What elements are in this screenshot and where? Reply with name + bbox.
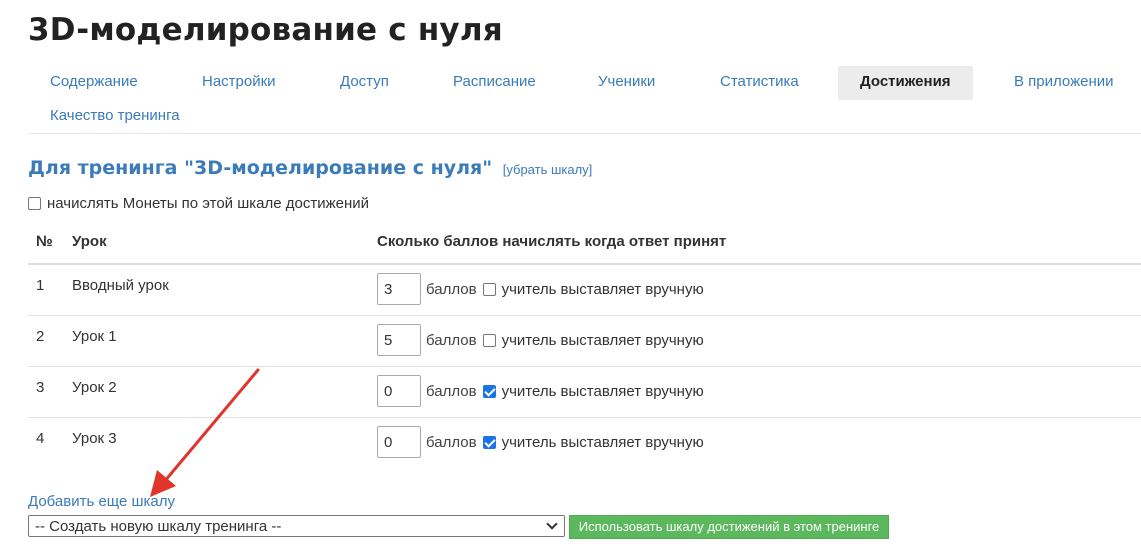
row-lesson: Вводный урок bbox=[72, 277, 169, 294]
coins-checkbox[interactable] bbox=[28, 197, 41, 210]
table-header: № Урок Сколько баллов начислять когда от… bbox=[28, 220, 1141, 265]
chevron-down-icon bbox=[546, 518, 558, 530]
points-unit: баллов bbox=[426, 280, 477, 298]
points-input[interactable] bbox=[377, 426, 421, 458]
scale-title: Для тренинга "3D-моделирование с нуля" bbox=[28, 157, 493, 179]
points-unit: баллов bbox=[426, 331, 477, 349]
page-title: 3D-моделирование с нуля bbox=[28, 12, 503, 48]
points-unit: баллов bbox=[426, 433, 477, 451]
tab-training-quality[interactable]: Качество тренинга bbox=[28, 100, 202, 134]
table-row: 3 Урок 2 баллов учитель выставляет вручн… bbox=[28, 367, 1141, 418]
scale-select[interactable]: -- Создать новую шкалу тренинга -- bbox=[28, 515, 565, 537]
add-scale-link[interactable]: Добавить еще шкалу bbox=[28, 493, 175, 510]
row-lesson: Урок 2 bbox=[72, 379, 117, 396]
manual-checkbox[interactable] bbox=[482, 282, 496, 296]
row-points: баллов учитель выставляет вручную bbox=[377, 273, 704, 305]
table-row: 1 Вводный урок баллов учитель выставляет… bbox=[28, 265, 1141, 316]
row-lesson: Урок 1 bbox=[72, 328, 117, 345]
row-num: 1 bbox=[36, 277, 45, 294]
tab-settings[interactable]: Настройки bbox=[180, 66, 298, 100]
manual-label: учитель выставляет вручную bbox=[501, 382, 704, 400]
use-scale-button[interactable]: Использовать шкалу достижений в этом тре… bbox=[569, 515, 889, 539]
row-points: баллов учитель выставляет вручную bbox=[377, 324, 704, 356]
header-points: Сколько баллов начислять когда ответ при… bbox=[377, 233, 727, 250]
manual-checkbox[interactable] bbox=[482, 333, 496, 347]
manual-label: учитель выставляет вручную bbox=[501, 331, 704, 349]
manual-label: учитель выставляет вручную bbox=[501, 280, 704, 298]
row-lesson: Урок 3 bbox=[72, 430, 117, 447]
points-input[interactable] bbox=[377, 324, 421, 356]
table-row: 2 Урок 1 баллов учитель выставляет вручн… bbox=[28, 316, 1141, 367]
remove-scale-link[interactable]: [убрать шкалу] bbox=[503, 162, 593, 177]
row-points: баллов учитель выставляет вручную bbox=[377, 426, 704, 458]
scale-heading: Для тренинга "3D-моделирование с нуля" [… bbox=[28, 157, 592, 179]
coins-label: начислять Монеты по этой шкале достижени… bbox=[47, 195, 370, 212]
tab-access[interactable]: Доступ bbox=[318, 66, 411, 100]
manual-checkbox[interactable] bbox=[482, 384, 496, 398]
tab-schedule[interactable]: Расписание bbox=[431, 66, 558, 100]
table-row: 4 Урок 3 баллов учитель выставляет вручн… bbox=[28, 418, 1141, 469]
row-points: баллов учитель выставляет вручную bbox=[377, 375, 704, 407]
tab-students[interactable]: Ученики bbox=[576, 66, 677, 100]
points-input[interactable] bbox=[377, 375, 421, 407]
header-lesson: Урок bbox=[72, 233, 107, 250]
tab-statistics[interactable]: Статистика bbox=[698, 66, 821, 100]
row-num: 4 bbox=[36, 430, 45, 447]
scale-select-value: -- Создать новую шкалу тренинга -- bbox=[35, 517, 282, 535]
lessons-table: № Урок Сколько баллов начислять когда от… bbox=[28, 220, 1141, 469]
row-num: 3 bbox=[36, 379, 45, 396]
tab-achievements[interactable]: Достижения bbox=[838, 66, 973, 100]
tab-in-app[interactable]: В приложении bbox=[992, 66, 1136, 100]
header-num: № bbox=[36, 233, 53, 250]
manual-checkbox[interactable] bbox=[482, 435, 496, 449]
row-num: 2 bbox=[36, 328, 45, 345]
points-input[interactable] bbox=[377, 273, 421, 305]
points-unit: баллов bbox=[426, 382, 477, 400]
coins-option: начислять Монеты по этой шкале достижени… bbox=[28, 195, 369, 212]
manual-label: учитель выставляет вручную bbox=[501, 433, 704, 451]
tab-bar: Содержание Настройки Доступ Расписание У… bbox=[28, 66, 1141, 134]
tab-content[interactable]: Содержание bbox=[28, 66, 160, 100]
